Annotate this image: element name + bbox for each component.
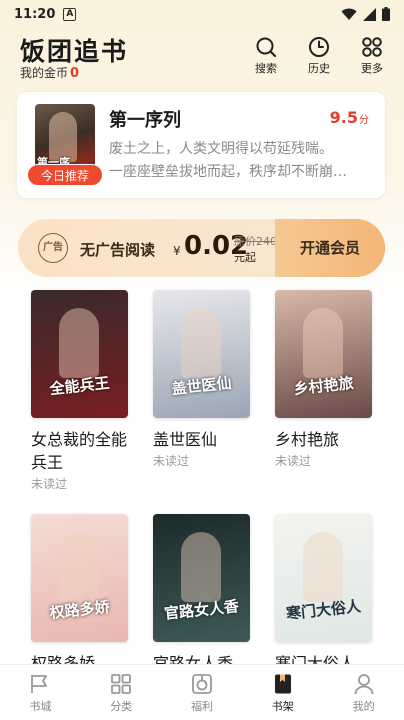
app-title: 饭团追书: [20, 37, 129, 66]
status-time: 11:20: [14, 6, 56, 22]
book-item[interactable]: 盖世医仙 盖世医仙 未读过: [153, 290, 253, 469]
nav-bookshelf[interactable]: 书架: [242, 665, 323, 720]
nav-profile[interactable]: 我的: [323, 665, 404, 720]
book-cover: 盖世医仙: [153, 290, 250, 418]
book-item[interactable]: 全能兵王 女总裁的全能兵王 未读过: [31, 290, 131, 492]
wifi-icon: [341, 8, 357, 20]
more-button[interactable]: 更多: [354, 36, 390, 76]
status-bar: 11:20 A: [0, 0, 404, 28]
book-status: 未读过: [275, 454, 312, 468]
book-cover: 寒门大俗人: [275, 514, 372, 642]
today-recommend-badge: 今日推荐: [27, 164, 103, 186]
coins-value: 0: [70, 66, 80, 81]
nav-category-label: 分类: [110, 700, 133, 713]
battery-icon: [382, 7, 390, 21]
nav-store[interactable]: 书城: [0, 665, 81, 720]
book-cover: 全能兵王: [31, 290, 128, 418]
notification-icon: A: [63, 7, 77, 21]
search-label: 搜索: [255, 62, 277, 75]
nav-bookshelf-label: 书架: [271, 700, 294, 713]
nav-welfare-label: 福利: [190, 700, 213, 713]
app-header: 饭团追书 我的金币 0 搜索 历史 更多: [0, 28, 404, 86]
nav-category[interactable]: 分类: [81, 665, 162, 720]
coins-label: 我的金币: [20, 66, 69, 80]
bookshelf-icon: [274, 674, 291, 694]
bottom-nav: 书城 分类 福利 书架 我的: [0, 664, 404, 720]
category-icon: [111, 674, 132, 694]
coins-display[interactable]: 我的金币 0: [20, 64, 79, 81]
book-title: 盖世医仙: [153, 430, 218, 449]
search-icon: [256, 37, 277, 58]
vip-price-suffix: 元起: [234, 251, 256, 264]
search-button[interactable]: 搜索: [248, 36, 284, 76]
book-cover: 官路女人香: [153, 514, 250, 642]
ad-icon: 广告: [38, 233, 68, 263]
vip-label: 无广告阅读: [80, 241, 156, 259]
open-vip-button[interactable]: 开通会员: [275, 219, 385, 277]
recommend-description: 废土之上，人类文明得以苟延残喘。 一座座壁垒拔地而起，秩序却不断崩…: [109, 141, 347, 180]
book-title: 乡村艳旅: [275, 430, 340, 449]
recommend-score: 9.5分: [329, 108, 369, 127]
book-item[interactable]: 官路女人香 官路女人香: [153, 514, 253, 675]
nav-welfare[interactable]: 福利: [162, 665, 243, 720]
gift-icon: [192, 674, 212, 694]
book-status: 未读过: [31, 477, 68, 491]
clock-icon: [309, 37, 329, 57]
profile-icon: [354, 674, 373, 695]
book-title: 女总裁的全能兵王: [31, 430, 128, 472]
book-cover: 权路多娇: [31, 514, 128, 642]
book-status: 未读过: [153, 454, 190, 468]
signal-icon: [363, 7, 376, 21]
book-item[interactable]: 乡村艳旅 乡村艳旅 未读过: [275, 290, 375, 469]
nav-profile-label: 我的: [352, 700, 375, 713]
history-button[interactable]: 历史: [301, 36, 337, 76]
store-icon: [31, 675, 48, 693]
book-item[interactable]: 权路多娇 权路多娇: [31, 514, 131, 675]
more-label: 更多: [361, 62, 383, 75]
recommend-title: 第一序列: [109, 110, 181, 131]
nav-store-label: 书城: [29, 700, 52, 713]
grid-icon: [362, 37, 382, 57]
status-icons: [341, 7, 390, 21]
book-item[interactable]: 寒门大俗人 寒门大俗人: [275, 514, 375, 675]
history-label: 历史: [308, 62, 330, 75]
vip-banner[interactable]: 广告 无广告阅读 ¥ 0.02 原价240元 元起 开通会员: [18, 219, 385, 277]
currency-symbol: ¥: [173, 244, 181, 258]
book-cover: 乡村艳旅: [275, 290, 372, 418]
